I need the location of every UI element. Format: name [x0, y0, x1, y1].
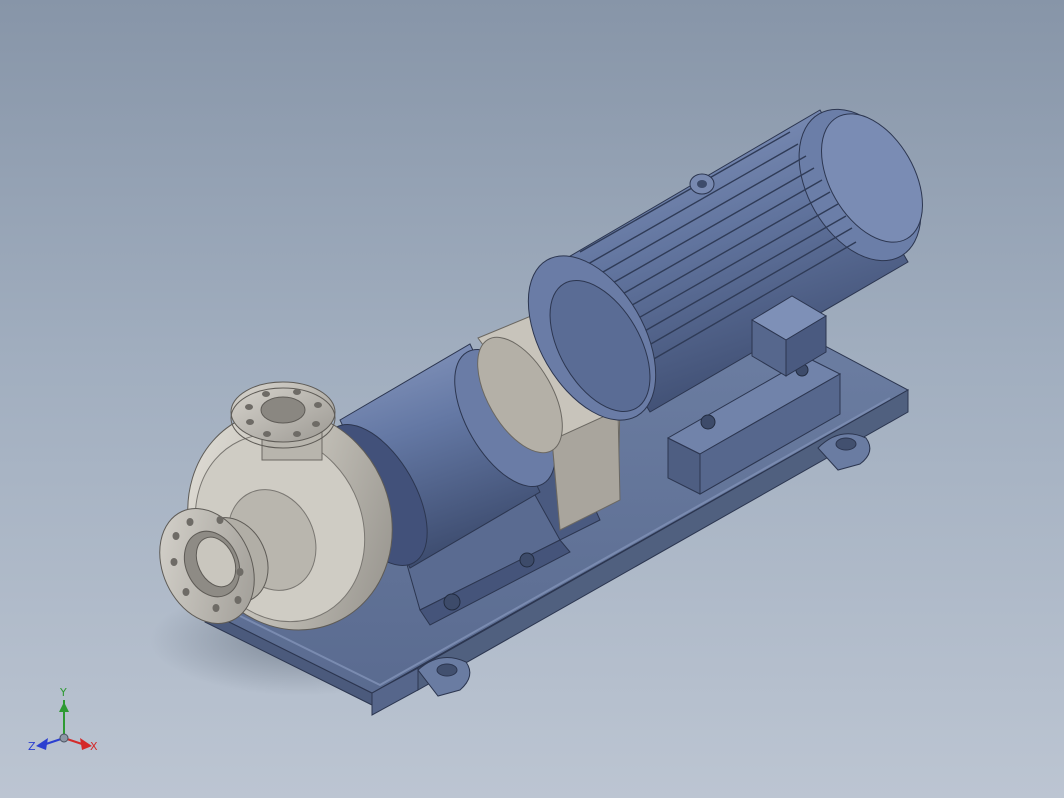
z-axis-label: Z — [28, 740, 36, 753]
z-axis-arrow — [36, 738, 48, 750]
orientation-triad[interactable]: Y X Z — [22, 682, 112, 762]
y-axis-arrow — [59, 702, 69, 712]
pump-assembly-model[interactable] — [0, 0, 1064, 798]
triad-origin — [59, 733, 69, 743]
graphics-viewport[interactable]: Y X Z — [0, 0, 1064, 798]
x-axis-label: X — [90, 740, 98, 753]
y-axis-label: Y — [59, 686, 67, 699]
